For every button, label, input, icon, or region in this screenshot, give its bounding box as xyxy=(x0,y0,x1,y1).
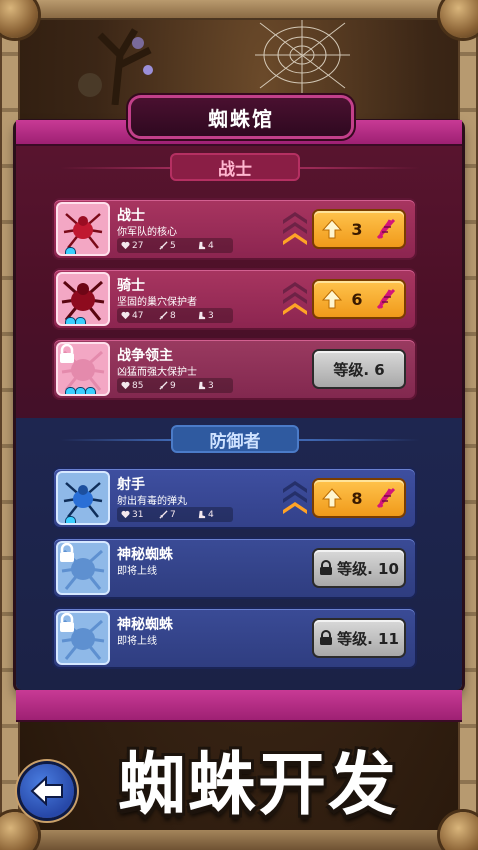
spider-desc: 坚固的巢穴保护者 xyxy=(117,297,197,308)
health-value: 27 xyxy=(132,240,144,251)
sword-icon xyxy=(159,241,168,250)
spider-stats: 85 9 3 xyxy=(117,378,233,393)
spider-desc: 射出有毒的弹丸 xyxy=(117,496,187,507)
upgrade-button[interactable]: 6 xyxy=(314,281,404,317)
warlord-spider-portrait xyxy=(58,344,108,394)
frame-corner xyxy=(440,812,478,850)
frame-top xyxy=(0,0,478,18)
rank-chevrons xyxy=(283,212,307,245)
lock-icon xyxy=(320,630,333,645)
sword-icon xyxy=(159,381,168,390)
spider-name: 神秘蜘蛛 xyxy=(117,617,173,633)
level-label: 等级. 6 xyxy=(333,360,385,379)
spider-name: 神秘蜘蛛 xyxy=(117,547,173,563)
spider-desc: 你军队的核心 xyxy=(117,227,177,238)
spider-stats: 31 7 4 xyxy=(117,507,233,522)
page-title: 蜘蛛馆 xyxy=(131,98,351,136)
upgrade-button[interactable]: 8 xyxy=(314,480,404,516)
lock-icon xyxy=(320,560,333,575)
level-label: 等级. 10 xyxy=(337,559,399,578)
heart-icon xyxy=(121,381,130,390)
shooter-spider-portrait xyxy=(58,473,108,523)
frame-corner xyxy=(0,0,38,38)
attack-value: 5 xyxy=(170,240,176,251)
frame-corner xyxy=(440,0,478,38)
lock-icon xyxy=(60,543,74,562)
rank-chevrons xyxy=(283,481,307,514)
back-button[interactable] xyxy=(20,764,74,818)
spider-desc: 即将上线 xyxy=(117,566,157,577)
spider-name: 射手 xyxy=(117,477,145,493)
speed-value: 3 xyxy=(208,310,214,321)
spider-stats: 27 5 4 xyxy=(117,238,233,253)
section-title-defenders: 防御者 xyxy=(173,427,297,452)
lock-icon xyxy=(60,344,74,363)
upgrade-cost: 3 xyxy=(351,219,363,239)
heart-icon xyxy=(121,241,130,250)
spider-name: 骑士 xyxy=(117,278,145,294)
spider-card-shooter[interactable]: 射手 射出有毒的弹丸 31 7 4 8 xyxy=(54,469,415,527)
speed-value: 3 xyxy=(208,380,214,391)
panel-footer-bar xyxy=(16,690,462,720)
promo-banner-title: 蜘蛛开发 xyxy=(117,745,398,825)
rank-chevrons xyxy=(283,282,307,315)
warrior-spider-portrait xyxy=(58,204,108,254)
section-title-warriors: 战士 xyxy=(172,155,298,180)
boot-icon xyxy=(198,241,206,250)
spider-card-warlord[interactable]: 战争领主 凶猛而强大保护士 85 9 3 等级. 6 xyxy=(54,340,415,398)
up-arrow-icon xyxy=(322,488,342,508)
dna-icon xyxy=(376,218,396,240)
upgrade-button[interactable]: 3 xyxy=(314,211,404,247)
up-arrow-icon xyxy=(322,219,342,239)
spider-stats: 47 8 3 xyxy=(117,308,233,323)
boot-icon xyxy=(198,510,206,519)
upgrade-cost: 8 xyxy=(351,488,363,508)
health-value: 47 xyxy=(132,310,144,321)
level-label: 等级. 11 xyxy=(337,629,399,648)
mystery-spider-portrait xyxy=(58,543,108,593)
up-arrow-icon xyxy=(322,289,342,309)
spider-card-mystery-2[interactable]: 神秘蜘蛛 即将上线 等级. 11 xyxy=(54,609,415,667)
dna-icon xyxy=(376,487,396,509)
level-requirement-button[interactable]: 等级. 6 xyxy=(314,351,404,387)
heart-icon xyxy=(121,510,130,519)
spider-desc: 凶猛而强大保护士 xyxy=(117,367,197,378)
spider-desc: 即将上线 xyxy=(117,636,157,647)
upgrade-cost: 6 xyxy=(351,289,363,309)
speed-value: 4 xyxy=(208,240,214,251)
spider-web-decoration xyxy=(255,18,350,93)
tree-decoration xyxy=(78,28,153,105)
spider-card-knight[interactable]: 骑士 坚固的巢穴保护者 47 8 3 6 xyxy=(54,270,415,328)
back-arrow-icon xyxy=(30,776,63,806)
attack-value: 9 xyxy=(170,380,176,391)
spider-card-mystery-1[interactable]: 神秘蜘蛛 即将上线 等级. 10 xyxy=(54,539,415,597)
level-requirement-button[interactable]: 等级. 11 xyxy=(314,620,404,656)
sword-icon xyxy=(159,510,168,519)
knight-spider-portrait xyxy=(58,274,108,324)
spider-card-warrior[interactable]: 战士 你军队的核心 27 5 4 3 xyxy=(54,200,415,258)
dna-icon xyxy=(376,288,396,310)
frame-bottom xyxy=(0,830,478,850)
sword-icon xyxy=(159,311,168,320)
boot-icon xyxy=(198,311,206,320)
health-value: 85 xyxy=(132,380,144,391)
boot-icon xyxy=(198,381,206,390)
lock-icon xyxy=(60,613,74,632)
level-requirement-button[interactable]: 等级. 10 xyxy=(314,550,404,586)
attack-value: 7 xyxy=(170,509,176,520)
health-value: 31 xyxy=(132,509,144,520)
heart-icon xyxy=(121,311,130,320)
spider-name: 战争领主 xyxy=(117,348,173,364)
mystery-spider-portrait xyxy=(58,613,108,663)
frame-corner xyxy=(0,812,38,850)
speed-value: 4 xyxy=(208,509,214,520)
attack-value: 8 xyxy=(170,310,176,321)
spider-name: 战士 xyxy=(117,208,145,224)
